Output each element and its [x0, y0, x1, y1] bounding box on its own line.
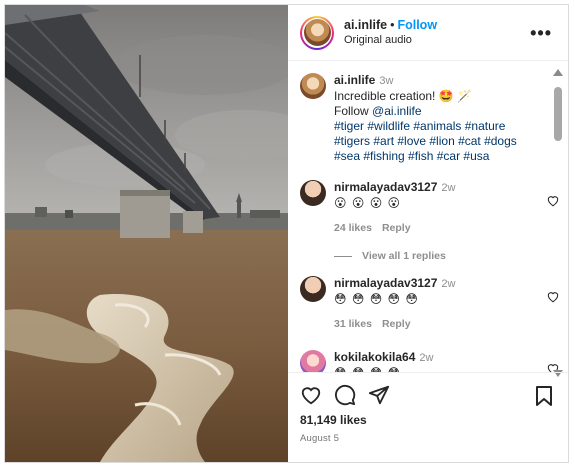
scrollbar-thumb[interactable]: [554, 87, 562, 141]
hashtags-line-2[interactable]: #tigers #art #love #lion #cat #dogs: [334, 134, 517, 149]
post-modal: ai.inlife • Follow Original audio ••• ai.i…: [4, 4, 569, 463]
caption-time[interactable]: 3w: [379, 75, 393, 87]
comment-likes[interactable]: 31 likes: [334, 318, 372, 330]
comment-avatar[interactable]: [300, 276, 326, 302]
caption-username[interactable]: ai.inlife: [334, 73, 375, 87]
scroll-up-arrow-icon[interactable]: [553, 69, 563, 76]
caption-text: Incredible creation! 🤩 🪄: [334, 89, 472, 103]
comment-item: kokilakokila642w 😳 😳 😳 😳: [300, 350, 559, 372]
comments-scrollbar[interactable]: [552, 65, 564, 379]
author-username[interactable]: ai.inlife: [344, 18, 387, 32]
view-replies-label[interactable]: View all 1 replies: [362, 250, 446, 262]
separator-dot: •: [390, 17, 395, 32]
comment-text: 😳 😳 😳 😳 😳: [334, 292, 419, 306]
post-actions: 81,149 likes August 5: [288, 372, 568, 462]
author-avatar[interactable]: [300, 15, 334, 50]
caption-follow-text: Follow: [334, 104, 369, 118]
comment-username[interactable]: nirmalayadav3127: [334, 276, 437, 290]
caption-mention[interactable]: @ai.inlife: [372, 104, 422, 118]
comment-text: 😮 😮 😮 😮: [334, 196, 402, 210]
comment-username[interactable]: nirmalayadav3127: [334, 180, 437, 194]
comment-avatar[interactable]: [300, 180, 326, 206]
heart-icon[interactable]: [300, 384, 322, 406]
share-icon[interactable]: [368, 384, 390, 406]
comment-item: nirmalayadav3127 2w 😮 😮 😮 😮 24 likes Reply: [300, 180, 559, 236]
comment-username[interactable]: kokilakokila64: [334, 350, 415, 364]
caption-avatar[interactable]: [300, 73, 326, 99]
river-bridge-image: [5, 5, 288, 462]
likes-count[interactable]: 81,149 likes: [300, 413, 556, 427]
more-icon[interactable]: •••: [530, 23, 552, 44]
comment-time[interactable]: 2w: [419, 352, 433, 364]
post-date[interactable]: August 5: [300, 433, 556, 444]
comment-item: nirmalayadav3127 2w 😳 😳 😳 😳 😳 31 likes Rep…: [300, 276, 559, 332]
view-replies[interactable]: View all 1 replies: [334, 250, 544, 262]
post-header: ai.inlife • Follow Original audio •••: [288, 5, 568, 61]
reply-button[interactable]: Reply: [382, 222, 411, 234]
audio-label[interactable]: Original audio: [344, 33, 437, 48]
hashtags-line-3[interactable]: #sea #fishing #fish #car #usa: [334, 149, 517, 164]
comment-time[interactable]: 2w: [441, 278, 455, 290]
comments-section[interactable]: ai.inlife 3w Incredible creation! 🤩 🪄 Fol…: [288, 61, 568, 372]
post-details-panel: ai.inlife • Follow Original audio ••• ai.i…: [288, 5, 568, 462]
comment-likes[interactable]: 24 likes: [334, 222, 372, 234]
bookmark-icon[interactable]: [534, 385, 554, 407]
hashtags-line-1[interactable]: #tiger #wildlife #animals #nature: [334, 119, 517, 134]
comment-avatar[interactable]: [300, 350, 326, 372]
comment-icon[interactable]: [334, 384, 356, 406]
caption: ai.inlife 3w Incredible creation! 🤩 🪄 Fol…: [300, 73, 544, 164]
comment-time[interactable]: 2w: [441, 182, 455, 194]
reply-button[interactable]: Reply: [382, 318, 411, 330]
post-video[interactable]: [5, 5, 288, 462]
follow-button[interactable]: Follow: [397, 18, 437, 32]
